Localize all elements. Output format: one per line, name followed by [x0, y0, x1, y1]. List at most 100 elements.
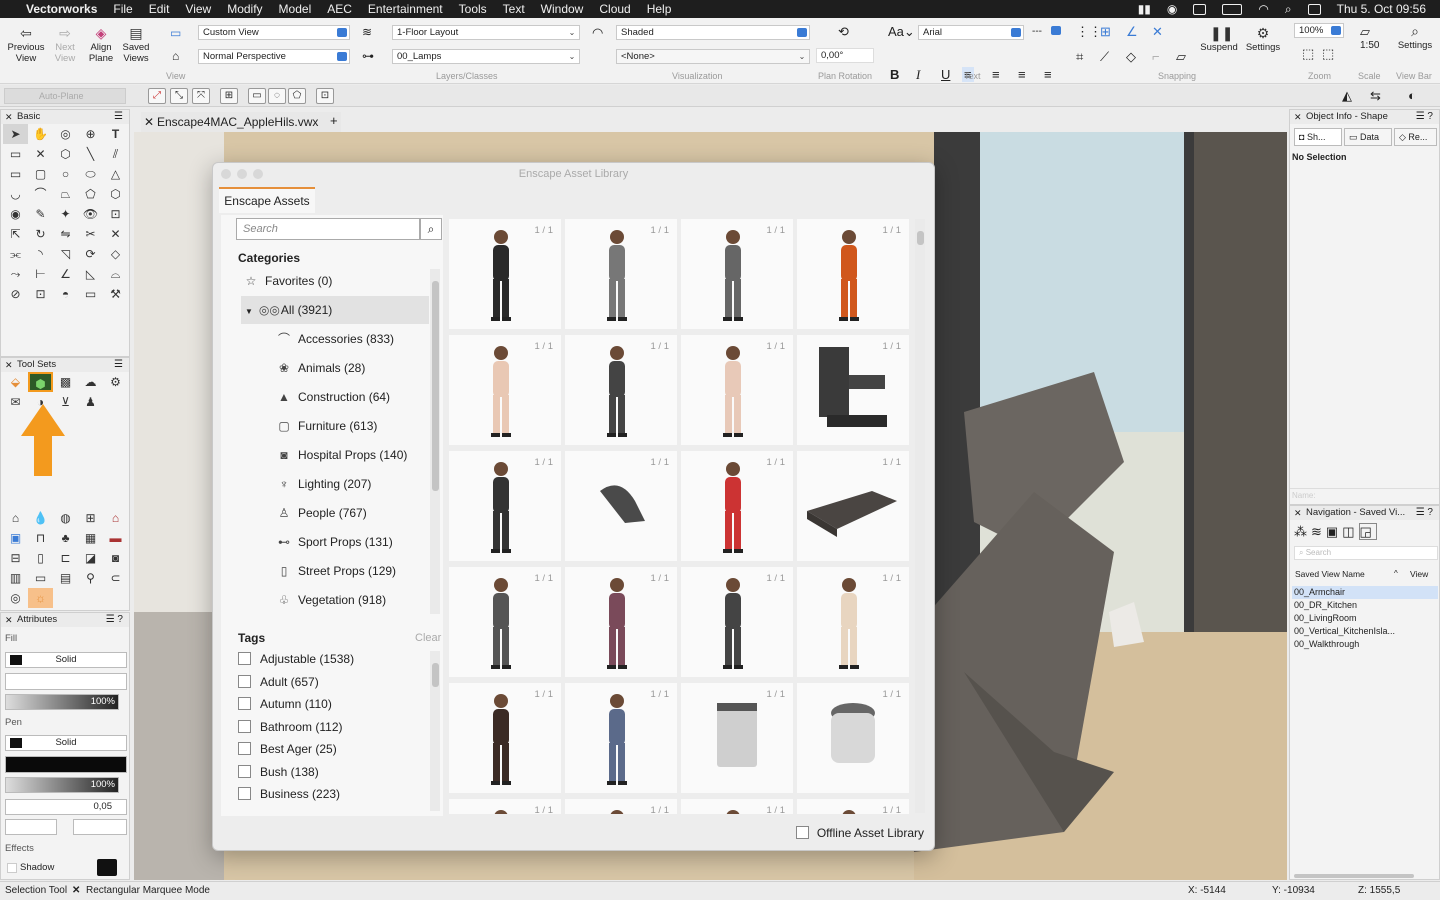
layers-icon[interactable]: ≋ — [362, 25, 372, 39]
tags-scroll-thumb[interactable] — [432, 663, 439, 687]
class-dropdown[interactable]: 00_Lamps ⌄ — [392, 49, 580, 64]
freehand-tool-icon[interactable]: ⌒ — [28, 184, 53, 204]
close-icon[interactable]: ✕ — [144, 112, 154, 132]
tab-data[interactable]: ▭ Data — [1344, 128, 1392, 146]
text-spacing-icon[interactable]: --- — [1032, 26, 1042, 37]
pen-color-swatch[interactable] — [10, 738, 22, 748]
audio-icon[interactable]: ▮▮ — [1138, 2, 1151, 16]
projection-dropdown[interactable]: Normal Perspective — [198, 49, 350, 64]
fill-color-field[interactable] — [5, 673, 127, 690]
asset-thumbnail[interactable]: 1 / 1 — [681, 219, 793, 329]
next-view-button[interactable]: ⇨ Next View — [50, 26, 80, 64]
polygon-marquee-icon[interactable]: ⬠ — [288, 88, 306, 104]
pan-tool-icon[interactable]: ✋ — [28, 124, 53, 144]
selection-tool-icon[interactable]: ➤ — [3, 124, 28, 144]
menu-aec[interactable]: AEC — [319, 2, 360, 16]
render-mode-icon[interactable]: ◠ — [592, 25, 603, 41]
view-icon[interactable]: ▭ — [170, 26, 181, 40]
tag-best-ager[interactable]: Best Ager (25) — [238, 738, 337, 760]
tool-column-icon[interactable]: ▥ — [3, 568, 28, 588]
angle-tool-icon[interactable]: ∠ — [53, 264, 78, 284]
text-tool-icon[interactable]: T — [103, 124, 128, 144]
fill-style-dropdown[interactable]: Solid — [5, 652, 127, 668]
arc-tool-icon[interactable]: ◡ — [3, 184, 28, 204]
nav-row-walkthrough[interactable]: 00_Walkthrough — [1294, 638, 1434, 651]
menu-model[interactable]: Model — [271, 2, 320, 16]
mode-icon-3[interactable]: ⤧ — [192, 88, 210, 104]
document-tab[interactable]: ✕ Enscape4MAC_AppleHils.vwx — [141, 112, 341, 132]
regular-polygon-tool-icon[interactable]: ⬡ — [103, 184, 128, 204]
tool-camera-icon[interactable]: ◙ — [103, 548, 128, 568]
eyedropper-tool-icon[interactable]: ✎ — [28, 204, 53, 224]
circle-tool-icon[interactable]: ○ — [53, 164, 78, 184]
projection-toggle-icon[interactable]: ⇆ — [1370, 88, 1381, 104]
menu-help[interactable]: Help — [639, 2, 680, 16]
bold-icon[interactable]: B — [890, 67, 899, 82]
asset-thumbnail[interactable]: 1 / 1 — [797, 219, 909, 329]
tool-image-icon[interactable]: ▦ — [78, 528, 103, 548]
zoom-field[interactable]: 100% — [1294, 23, 1344, 38]
asset-thumbnail[interactable]: 1 / 1 — [797, 335, 909, 445]
rounded-rectangle-tool-icon[interactable]: ▢ — [28, 164, 53, 184]
palette-menu-icon[interactable]: ☰ ? — [1416, 110, 1433, 124]
saved-views-button[interactable]: ▤ Saved Views — [120, 26, 152, 64]
double-line-tool-icon[interactable]: ⫽ — [103, 144, 128, 164]
minimize-window-icon[interactable] — [237, 169, 247, 179]
visibility-tool-icon[interactable]: 👁 — [78, 204, 103, 224]
menu-cloud[interactable]: Cloud — [591, 2, 638, 16]
tool-sun-icon[interactable]: ☼ — [28, 588, 53, 608]
wifi-icon[interactable]: ◠ — [1258, 2, 1268, 16]
snap-surface-icon[interactable]: ⌐ — [1152, 49, 1160, 64]
rotate-tool-icon[interactable]: ↻ — [28, 224, 53, 244]
palette-menu-icon[interactable]: ☰ ? — [1416, 506, 1433, 520]
toolset-dims-icon[interactable]: ⬙ — [3, 372, 28, 392]
tool-sofa-icon[interactable]: ⊓ — [28, 528, 53, 548]
asset-thumbnail[interactable]: 1 / 1 — [797, 567, 909, 677]
mode-icon-2[interactable]: ⤡ — [170, 88, 188, 104]
wall-tool-icon[interactable]: ◺ — [78, 264, 103, 284]
asset-thumbnail[interactable]: 1 / 1 — [565, 451, 677, 561]
fill-opacity-slider[interactable]: 100% — [5, 694, 119, 710]
scale-icon[interactable]: ▱ — [1360, 24, 1370, 40]
tag-adult[interactable]: Adult (657) — [238, 671, 319, 693]
tab-shape[interactable]: ◘ Sh... — [1294, 128, 1342, 146]
tag-autumn[interactable]: Autumn (110) — [238, 693, 332, 715]
asset-thumbnail[interactable]: 1 / 1 — [449, 451, 561, 561]
search-icon[interactable]: ⌕ — [1285, 2, 1292, 17]
add-tab-icon[interactable]: + — [330, 113, 338, 128]
extend-tool-icon[interactable]: ⤳ — [3, 264, 28, 284]
asset-thumbnail[interactable]: 1 / 1 — [797, 799, 909, 814]
close-window-icon[interactable] — [221, 169, 231, 179]
navigation-scrollbar[interactable] — [1294, 874, 1414, 878]
align-right-icon[interactable]: ≡ — [1018, 67, 1026, 82]
name-field[interactable]: Name: — [1290, 488, 1439, 502]
tool-drop-icon[interactable]: 💧 — [28, 508, 53, 528]
align-center-icon[interactable]: ≡ — [992, 67, 1000, 82]
close-icon[interactable]: ✕ — [5, 358, 13, 372]
callout-tool-icon[interactable]: ▭ — [3, 144, 28, 164]
shadow-checkbox[interactable] — [7, 863, 17, 873]
italic-icon[interactable]: I — [916, 67, 920, 83]
polygon-tool-icon[interactable]: ⬠ — [78, 184, 103, 204]
palette-menu-icon[interactable]: ☰ — [114, 358, 123, 372]
palette-menu-icon[interactable]: ☰ ? — [106, 613, 123, 627]
tag-checkbox[interactable] — [238, 720, 251, 734]
tool-pipe-icon[interactable]: ⊂ — [103, 568, 128, 588]
tool-car-icon[interactable]: ▬ — [103, 528, 128, 548]
chamfer-tool-icon[interactable]: ◹ — [53, 244, 78, 264]
toolset-cloud-icon[interactable]: ☁ — [78, 372, 103, 392]
lighting-icon[interactable]: ◐ — [1408, 88, 1416, 103]
auto-plane-toggle[interactable]: Auto-Plane — [4, 88, 126, 104]
attribute-tool-icon[interactable]: ✦ — [53, 204, 78, 224]
tag-bathroom[interactable]: Bathroom (112) — [238, 716, 342, 738]
render-mode-dropdown[interactable]: Shaded — [616, 25, 810, 40]
line-end-dropdown[interactable] — [73, 819, 127, 835]
asset-thumbnail[interactable]: 1 / 1 — [449, 335, 561, 445]
asset-thumbnail[interactable]: 1 / 1 — [449, 683, 561, 793]
asset-grid-scrollbar[interactable] — [915, 219, 925, 813]
snap-angle-icon[interactable]: ∠ — [1126, 24, 1138, 40]
tool-door-icon[interactable]: ▯ — [28, 548, 53, 568]
font-dropdown[interactable]: Arial — [918, 25, 1024, 40]
mirror-tool-icon[interactable]: ⇋ — [53, 224, 78, 244]
projection-icon[interactable]: ⌂ — [172, 49, 179, 63]
